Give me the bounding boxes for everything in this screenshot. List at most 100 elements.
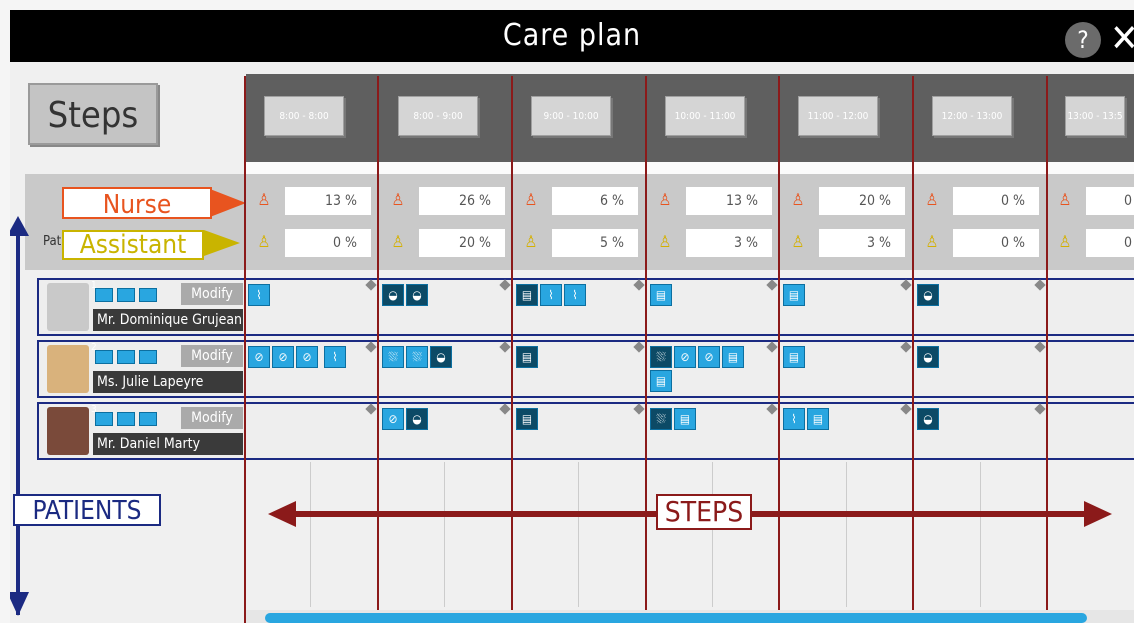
syringe-task-icon[interactable]: ⌇ [540,284,562,306]
folder-icon[interactable] [139,412,157,426]
time-slot-button[interactable]: 10:00 - 11:00 [665,96,745,136]
document-task-icon[interactable]: ▤ [783,284,805,306]
assistant-workload-value: 5 % [552,229,638,257]
time-slot-button[interactable]: 13:00 - 13:5 [1065,96,1125,136]
column-divider [645,76,647,623]
assistant-icon: ♙ [257,232,271,251]
time-slot-button[interactable]: 8:00 - 8:00 [264,96,344,136]
folder-icon[interactable] [95,350,113,364]
patients-column-label: Pat [43,234,62,249]
meal-bowl-task-icon[interactable]: ◒ [430,346,452,368]
document-task-icon[interactable]: ▤ [650,370,672,392]
bandage-task-icon[interactable]: ⊘ [674,346,696,368]
column-divider [511,76,513,623]
patient-name: Ms. Julie Lapeyre [93,371,243,393]
nurse-icon: ♙ [1058,190,1072,209]
document-task-icon[interactable]: ▤ [783,346,805,368]
nurse-icon: ♙ [791,190,805,209]
steps-button[interactable]: Steps [28,83,158,145]
folder-icon[interactable] [139,350,157,364]
folder-icon[interactable] [95,288,113,302]
nurse-icon: ♙ [658,190,672,209]
shower-task-icon[interactable]: ⛆ [650,408,672,430]
patient-name: Mr. Daniel Marty [93,433,243,455]
nurse-icon: ♙ [925,190,939,209]
steps-annotation: STEPS [656,494,752,530]
meal-bowl-task-icon[interactable]: ◒ [406,408,428,430]
title-bar: Care plan ? ✕ [10,10,1134,62]
assistant-workload-value: 0 % [285,229,371,257]
modify-button[interactable]: Modify [181,407,243,429]
meal-bowl-task-icon[interactable]: ◒ [917,284,939,306]
shower-task-icon[interactable]: ⛆ [406,346,428,368]
folder-icon[interactable] [117,412,135,426]
assistant-workload-value: 20 % [419,229,505,257]
shower-task-icon[interactable]: ⛆ [382,346,404,368]
document-task-icon[interactable]: ▤ [516,284,538,306]
meal-bowl-task-icon[interactable]: ◒ [406,284,428,306]
folder-icon[interactable] [117,350,135,364]
document-task-icon[interactable]: ▤ [807,408,829,430]
meal-bowl-task-icon[interactable]: ◒ [917,408,939,430]
nurse-workload-value: 0 [1086,187,1134,215]
nurse-pointer-arrow [210,189,246,217]
grid-divider [980,462,981,607]
document-task-icon[interactable]: ▤ [650,284,672,306]
assistant-icon: ♙ [391,232,405,251]
grid-divider [444,462,445,607]
modify-button[interactable]: Modify [181,283,243,305]
folder-icon[interactable] [139,288,157,302]
document-task-icon[interactable]: ▤ [516,346,538,368]
document-task-icon[interactable]: ▤ [722,346,744,368]
document-task-icon[interactable]: ▤ [674,408,696,430]
syringe-task-icon[interactable]: ⌇ [324,346,346,368]
bandage-task-icon[interactable]: ⊘ [698,346,720,368]
nurse-workload-value: 6 % [552,187,638,215]
grid-divider [846,462,847,607]
avatar [47,283,89,331]
column-divider [377,76,379,623]
close-button[interactable]: ✕ [1110,18,1134,58]
document-task-icon[interactable]: ▤ [516,408,538,430]
nurse-workload-value: 0 % [953,187,1039,215]
assistant-icon: ♙ [791,232,805,251]
patient-name: Mr. Dominique Grujean [93,309,243,331]
care-plan-grid: Steps 8:00 - 8:00 8:00 - 9:00 9:00 - 10:… [10,62,1134,623]
shower-task-icon[interactable]: ⛆ [650,346,672,368]
time-slot-button[interactable]: 9:00 - 10:00 [531,96,611,136]
nurse-icon: ♙ [524,190,538,209]
folder-icon[interactable] [95,412,113,426]
assistant-workload-value: 3 % [819,229,905,257]
nurse-workload-value: 13 % [285,187,371,215]
meal-bowl-task-icon[interactable]: ◒ [382,284,404,306]
arrow-up-icon [10,216,29,236]
window-title: Care plan [502,18,642,53]
folder-icon[interactable] [117,288,135,302]
bandage-task-icon[interactable]: ⊘ [296,346,318,368]
arrow-right-icon [1084,501,1112,527]
assistant-icon: ♙ [925,232,939,251]
syringe-task-icon[interactable]: ⌇ [783,408,805,430]
time-slot-button[interactable]: 12:00 - 13:00 [932,96,1012,136]
syringe-task-icon[interactable]: ⌇ [248,284,270,306]
help-button[interactable]: ? [1065,22,1101,58]
bandage-task-icon[interactable]: ⊘ [248,346,270,368]
scrollbar-thumb[interactable] [265,613,1087,623]
assistant-workload-value: 0 % [953,229,1039,257]
meal-bowl-task-icon[interactable]: ◒ [917,346,939,368]
arrow-left-icon [268,501,296,527]
column-divider [244,76,246,623]
patient-row: 2 Modify Ms. Julie Lapeyre [37,340,1134,398]
nurse-icon: ♙ [257,190,271,209]
syringe-task-icon[interactable]: ⌇ [564,284,586,306]
bandage-task-icon[interactable]: ⊘ [272,346,294,368]
modify-button[interactable]: Modify [181,345,243,367]
nurse-workload-value: 26 % [419,187,505,215]
time-slot-button[interactable]: 11:00 - 12:00 [798,96,878,136]
column-divider [1046,76,1048,623]
assistant-pointer-arrow [204,230,240,256]
nurse-icon: ♙ [391,190,405,209]
bandage-task-icon[interactable]: ⊘ [382,408,404,430]
time-slot-button[interactable]: 8:00 - 9:00 [398,96,478,136]
avatar [47,345,89,393]
